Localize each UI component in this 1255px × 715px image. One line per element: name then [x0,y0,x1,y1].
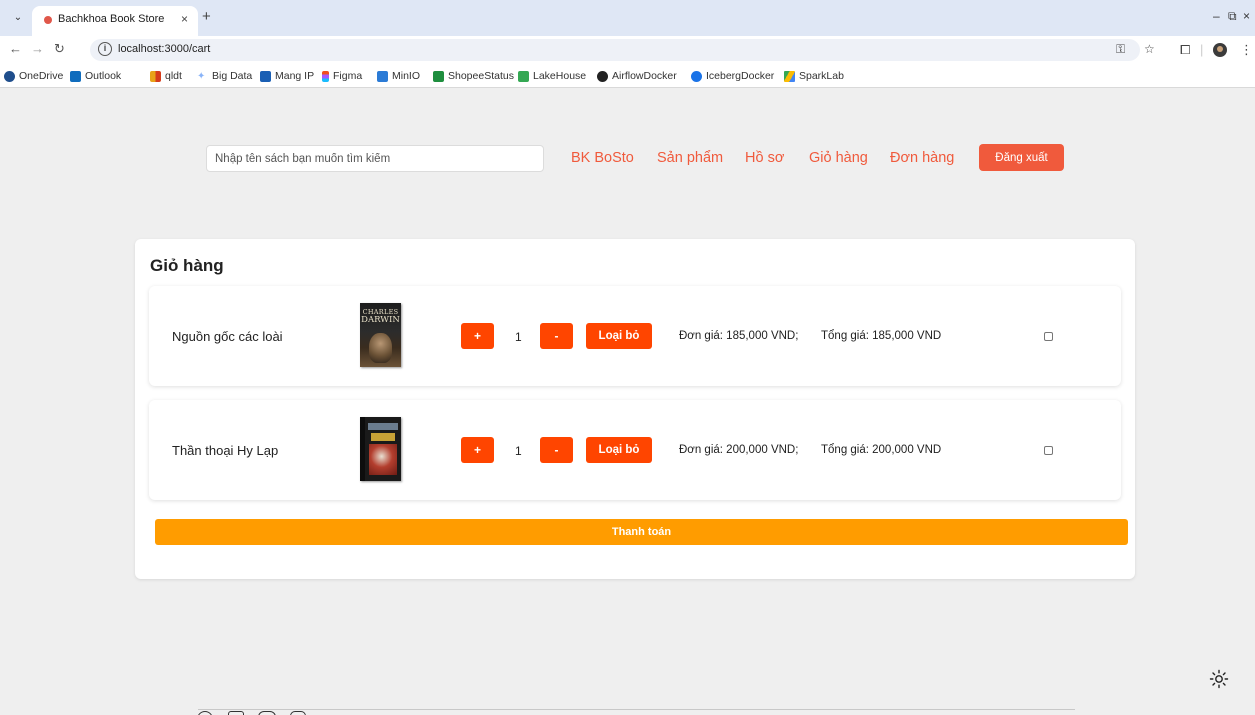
bookmark-onedrive[interactable]: OneDrive [4,69,63,83]
github-icon [597,70,608,82]
cover-illustration [369,444,397,475]
total-price: Tổng giá: 185,000 VND [821,330,942,342]
item-quantity: 1 [515,444,522,458]
drive-icon [784,70,795,82]
logout-button[interactable]: Đăng xuất [979,144,1064,171]
linkedin-icon[interactable] [228,711,244,715]
new-tab-icon[interactable]: + [202,8,211,25]
item-name: Thần thoại Hy Lạp [172,443,279,458]
nav-link-orders[interactable]: Đơn hàng [890,150,954,166]
greek-myth-book-cover [360,417,401,481]
browser-tabstrip: ⌄ Bachkhoa Book Store × + – ⧉ × [0,0,1255,36]
toolbar-divider: | [1200,42,1204,57]
nav-link-cart[interactable]: Giỏ hàng [809,150,868,166]
d-icon [260,70,271,82]
browser-toolbar: ← → ↻ i localhost:3000/cart ⚿ ☆ ⧠ | ⋮ [0,36,1255,64]
reload-icon[interactable]: ↻ [54,41,65,57]
tab-favicon-icon [44,16,52,24]
unit-price: Đơn giá: 200,000 VND; [679,444,799,456]
book-cover-image [358,417,403,483]
page-content: BK BoSto Sản phẩm Hồ sơ Giỏ hàng Đơn hàn… [8,89,1255,715]
site-info-icon[interactable]: i [98,42,112,56]
restore-icon[interactable]: ⧉ [1228,9,1237,24]
address-bar[interactable]: i localhost:3000/cart ⚿ ☆ [90,39,1155,61]
checkout-button[interactable]: Thanh toán [155,519,1128,545]
outlook-icon [70,70,81,82]
darwin-portrait [369,333,392,363]
increase-quantity-button[interactable]: + [461,437,494,463]
book-search-input[interactable] [206,145,544,172]
facebook-icon[interactable] [197,711,213,715]
cart-item-row: Nguồn gốc các loài CHARLES DARWIN + 1 - … [149,286,1121,386]
tb-icon [377,70,388,82]
cart-panel: Giỏ hàng Nguồn gốc các loài CHARLES DARW… [135,239,1135,579]
bookmark-sparklab[interactable]: SparkLab [784,69,844,83]
forward-icon[interactable]: → [31,41,44,56]
extensions-icon[interactable]: ⧠ [1180,42,1190,58]
youtube-icon[interactable] [258,711,276,715]
cart-item-row: Thần thoại Hy Lạp + 1 - Loại bỏ Đơn giá:… [149,400,1121,500]
unit-price: Đơn giá: 185,000 VND; [679,330,799,342]
darwin-book-cover: CHARLES DARWIN [360,303,401,367]
nav-link-home[interactable]: BK BoSto [571,150,634,166]
footer-divider [198,709,1075,710]
menu-kebab-icon[interactable]: ⋮ [1240,42,1253,58]
minimize-icon[interactable]: – [1213,9,1220,23]
bookmark-mang-ip[interactable]: Mang IP [260,69,314,83]
total-price: Tổng giá: 200,000 VND [821,444,942,456]
bookmark-outlook[interactable]: Outlook [70,69,121,83]
cover-author-last: DARWIN [361,315,400,325]
cover-title-block [371,433,395,441]
remove-item-button[interactable]: Loại bỏ [586,323,652,349]
lake-icon [518,70,529,82]
decrease-quantity-button[interactable]: - [540,437,573,463]
bookmark-star-icon[interactable]: ☆ [1144,42,1155,56]
select-item-checkbox[interactable] [1044,446,1053,455]
tab-title: Bachkhoa Book Store [58,13,165,25]
bookmark-qldt[interactable]: qldt [150,69,182,83]
item-name: Nguồn gốc các loài [172,329,283,344]
nav-link-products[interactable]: Sản phẩm [657,150,723,166]
remove-item-button[interactable]: Loại bỏ [586,437,652,463]
figma-icon [322,70,329,82]
cloud-icon [4,70,15,82]
bookmarks-bar: OneDrive Outlook qldt ✦ Big Data Mang IP … [0,64,1255,88]
globe-icon [691,70,702,82]
profile-avatar[interactable] [1213,43,1227,57]
bookmark-lakehouse[interactable]: LakeHouse [518,69,586,83]
instagram-icon[interactable] [290,711,306,715]
qldt-icon [150,70,161,82]
bookmark-big-data[interactable]: ✦ Big Data [197,69,252,83]
tab-search-chevron-icon[interactable]: ⌄ [10,10,26,26]
select-item-checkbox[interactable] [1044,332,1053,341]
book-cover-image: CHARLES DARWIN [358,303,403,369]
sun-theme-toggle-icon[interactable] [1209,669,1229,689]
tab-close-icon[interactable]: × [181,12,188,26]
password-key-icon[interactable]: ⚿ [1116,42,1125,57]
decrease-quantity-button[interactable]: - [540,323,573,349]
url-text: localhost:3000/cart [118,43,211,55]
cart-title: Giỏ hàng [150,256,224,275]
increase-quantity-button[interactable]: + [461,323,494,349]
close-window-icon[interactable]: × [1243,9,1250,23]
bookmark-minio[interactable]: MinIO [377,69,420,83]
bookmark-figma[interactable]: Figma [322,69,362,83]
browser-tab[interactable]: Bachkhoa Book Store × [32,6,198,36]
back-icon[interactable]: ← [9,41,22,56]
sheet-icon [433,70,444,82]
bookmark-airflowdocker[interactable]: AirflowDocker [597,69,677,83]
star-bookmark-icon: ✦ [197,70,206,82]
cover-band [368,423,398,430]
bookmark-shopeestatus[interactable]: ShopeeStatus [433,69,514,83]
nav-link-profile[interactable]: Hồ sơ [745,150,784,166]
bookmark-icebergdocker[interactable]: IcebergDocker [691,69,774,83]
item-quantity: 1 [515,330,522,344]
